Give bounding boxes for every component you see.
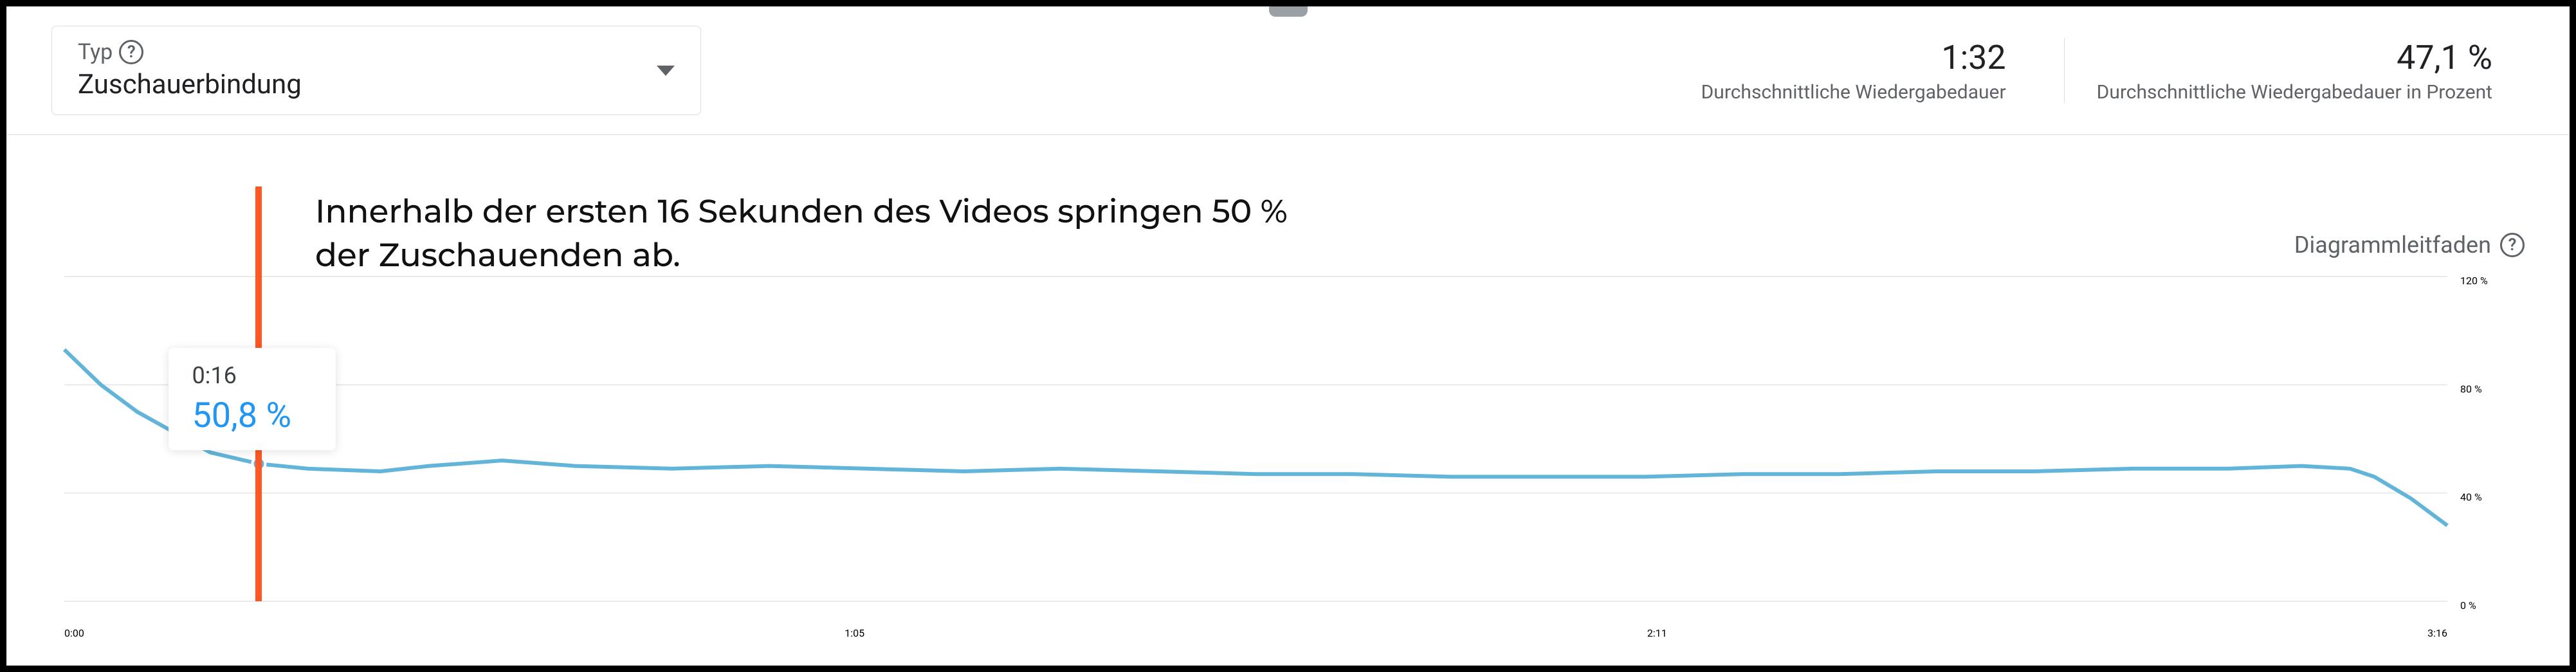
help-icon[interactable]: ? (119, 40, 143, 64)
metric-avg-duration: 1:32 Durchschnittliche Wiedergabedauer (1669, 38, 2038, 104)
type-value: Zuschauerbindung (78, 69, 675, 100)
svg-text:40 %: 40 % (2460, 491, 2482, 504)
metric-label: Durchschnittliche Wiedergabedauer (1701, 81, 2006, 104)
svg-text:0 %: 0 % (2460, 599, 2476, 612)
svg-text:120 %: 120 % (2460, 275, 2488, 287)
type-label: Typ (78, 39, 113, 65)
retention-chart: 0 % 40 % 80 % 120 % 0:00 1:05 2:11 3:16 (51, 148, 2525, 659)
type-dropdown[interactable]: Typ ? Zuschauerbindung (51, 26, 701, 115)
svg-text:3:16: 3:16 (2427, 627, 2447, 639)
svg-text:0:00: 0:00 (64, 627, 84, 639)
chart-tooltip: 0:16 50,8 % (169, 348, 336, 450)
tooltip-value: 50,8 % (192, 395, 313, 436)
drag-handle-icon[interactable] (1269, 6, 1308, 17)
metric-value: 47,1 % (2397, 38, 2492, 77)
svg-text:2:11: 2:11 (1647, 627, 1667, 639)
tooltip-time: 0:16 (192, 362, 313, 389)
chart-area: Diagrammleitfaden ? Innerhalb der ersten… (51, 148, 2525, 659)
metric-label: Durchschnittliche Wiedergabedauer in Pro… (2097, 81, 2492, 104)
metric-value: 1:32 (1941, 38, 2005, 77)
svg-text:80 %: 80 % (2460, 383, 2482, 395)
chart-header: Typ ? Zuschauerbindung 1:32 Durchschnitt… (6, 6, 2570, 135)
metric-avg-duration-percent: 47,1 % Durchschnittliche Wiedergabedauer… (2064, 38, 2525, 104)
chevron-down-icon (657, 66, 675, 76)
analytics-panel: Typ ? Zuschauerbindung 1:32 Durchschnitt… (0, 0, 2576, 672)
svg-text:1:05: 1:05 (845, 627, 864, 639)
